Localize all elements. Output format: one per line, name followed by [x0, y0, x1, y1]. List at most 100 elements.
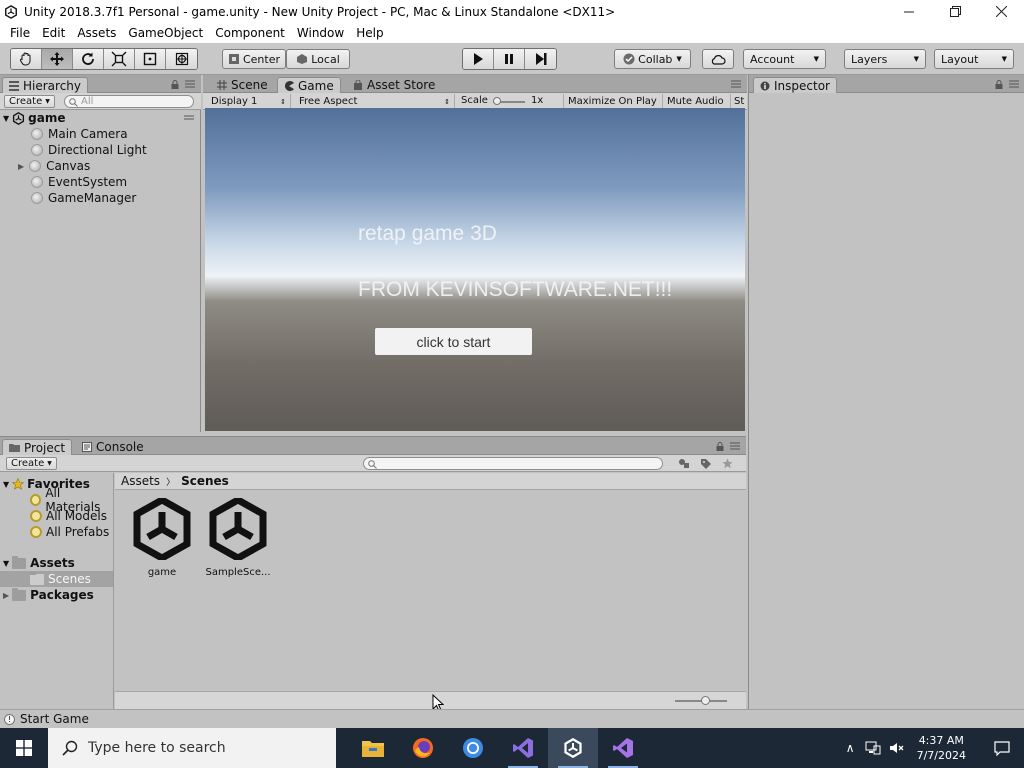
- network-icon[interactable]: [865, 741, 881, 755]
- display-dropdown[interactable]: Display 1 ⇕: [207, 94, 291, 109]
- taskbar-firefox[interactable]: [398, 728, 448, 768]
- expand-arrow-icon[interactable]: ▼: [3, 480, 9, 489]
- notifications-button[interactable]: [980, 728, 1024, 768]
- chevron-up-icon[interactable]: ∧: [846, 741, 855, 755]
- mute-audio-toggle[interactable]: Mute Audio: [662, 94, 728, 109]
- scale-slider[interactable]: [493, 97, 525, 105]
- game-viewport[interactable]: retap game 3D FROM KEVINSOFTWARE.NET!!! …: [205, 108, 745, 431]
- menu-component[interactable]: Component: [209, 26, 291, 40]
- favorite-all-models[interactable]: All Models: [30, 508, 107, 524]
- expand-arrow-icon[interactable]: ▼: [3, 559, 9, 568]
- panel-menu-icon[interactable]: [184, 115, 194, 121]
- scale-slider-thumb[interactable]: [493, 97, 501, 105]
- tab-console[interactable]: Console: [76, 439, 150, 455]
- project-search-input[interactable]: [363, 457, 663, 470]
- project-create-label: Create: [11, 458, 45, 469]
- move-tool-button[interactable]: [42, 49, 73, 69]
- panel-menu-icon[interactable]: [1009, 80, 1019, 88]
- favorite-all-materials[interactable]: All Materials: [30, 486, 113, 514]
- project-create-button[interactable]: Create ▼: [6, 457, 57, 470]
- inspector-tabstrip: Inspector: [749, 75, 1024, 93]
- rect-tool-button[interactable]: [135, 49, 166, 69]
- minimize-button[interactable]: [886, 0, 932, 23]
- pivot-center-button[interactable]: Center: [222, 49, 286, 69]
- hierarchy-create-button[interactable]: Create ▼: [4, 95, 55, 108]
- lock-icon[interactable]: [716, 442, 724, 451]
- lock-icon[interactable]: [171, 80, 179, 89]
- star-icon: [12, 478, 25, 490]
- transform-tool-button[interactable]: [166, 49, 197, 69]
- breadcrumb-scenes[interactable]: Scenes: [181, 474, 229, 488]
- hierarchy-item-gamemanager[interactable]: GameManager: [0, 190, 200, 206]
- status-message[interactable]: Start Game: [20, 712, 89, 726]
- volume-muted-icon[interactable]: [889, 741, 905, 755]
- taskbar-unity[interactable]: [548, 728, 598, 768]
- tab-project[interactable]: Project: [2, 439, 73, 455]
- panel-menu-icon[interactable]: [731, 80, 741, 88]
- tab-inspector[interactable]: Inspector: [753, 77, 837, 93]
- taskbar-visual-studio-code[interactable]: [498, 728, 548, 768]
- start-button[interactable]: [0, 728, 48, 768]
- taskbar-search-input[interactable]: Type here to search: [48, 728, 336, 768]
- aspect-dropdown[interactable]: Free Aspect ⇕: [295, 94, 455, 109]
- panel-menu-icon[interactable]: [730, 442, 740, 450]
- tab-game[interactable]: Game: [277, 77, 341, 93]
- account-dropdown[interactable]: Account ▼: [743, 49, 826, 69]
- updown-arrow-icon: ⇕: [280, 97, 286, 106]
- close-button[interactable]: [978, 0, 1024, 23]
- collab-dropdown[interactable]: Collab ▼: [614, 49, 691, 69]
- panel-menu-icon[interactable]: [185, 80, 195, 88]
- menu-help[interactable]: Help: [350, 26, 389, 40]
- hierarchy-item-eventsystem[interactable]: EventSystem: [0, 174, 200, 190]
- click-to-start-button[interactable]: click to start: [375, 328, 532, 355]
- maximize-button[interactable]: [932, 0, 978, 23]
- hierarchy-item-canvas[interactable]: ▶ Canvas: [0, 158, 200, 174]
- menu-edit[interactable]: Edit: [36, 26, 71, 40]
- assets-folder-row[interactable]: ▼ Assets: [3, 555, 75, 571]
- layers-dropdown[interactable]: Layers ▼: [844, 49, 926, 69]
- store-bag-icon: [354, 80, 362, 90]
- favorite-all-prefabs[interactable]: All Prefabs: [30, 524, 109, 540]
- expand-arrow-icon[interactable]: ▶: [18, 162, 24, 171]
- hierarchy-item-main-camera[interactable]: Main Camera: [0, 126, 200, 142]
- menu-file[interactable]: File: [4, 26, 36, 40]
- menu-window[interactable]: Window: [291, 26, 350, 40]
- taskbar-file-explorer[interactable]: [348, 728, 398, 768]
- step-button[interactable]: [525, 49, 556, 69]
- star-icon[interactable]: [722, 458, 733, 469]
- hand-tool-button[interactable]: [11, 49, 42, 69]
- icon-size-slider-thumb[interactable]: [701, 696, 710, 705]
- lock-icon[interactable]: [995, 80, 1003, 89]
- scene-root-row[interactable]: ▼ game: [0, 110, 200, 126]
- cloud-button[interactable]: [702, 49, 734, 69]
- asset-scene-samplescene[interactable]: SampleSce...: [198, 495, 278, 578]
- hierarchy-item-directional-light[interactable]: Directional Light: [0, 142, 200, 158]
- hierarchy-search-input[interactable]: All: [64, 95, 194, 108]
- maximize-on-play-toggle[interactable]: Maximize On Play: [563, 94, 661, 109]
- tab-asset-store[interactable]: Asset Store: [347, 77, 441, 93]
- tab-scene[interactable]: Scene: [211, 77, 274, 93]
- menu-assets[interactable]: Assets: [71, 26, 122, 40]
- packages-folder-row[interactable]: ▶ Packages: [3, 587, 94, 603]
- rotate-tool-button[interactable]: [73, 49, 104, 69]
- layout-dropdown[interactable]: Layout ▼: [934, 49, 1014, 69]
- tab-hierarchy[interactable]: Hierarchy: [2, 77, 89, 93]
- stats-toggle[interactable]: St: [730, 94, 747, 109]
- search-by-type-icon[interactable]: [678, 458, 690, 469]
- icon-size-slider[interactable]: [675, 696, 727, 705]
- asset-scene-game[interactable]: game: [122, 495, 202, 578]
- taskbar-visual-studio[interactable]: [598, 728, 648, 768]
- expand-arrow-icon[interactable]: ▶: [3, 591, 9, 600]
- breadcrumb-assets[interactable]: Assets: [121, 474, 160, 488]
- cloud-icon: [711, 54, 726, 65]
- tag-icon[interactable]: [700, 458, 712, 469]
- pivot-local-button[interactable]: Local: [286, 49, 350, 69]
- expand-arrow-icon[interactable]: ▼: [3, 114, 9, 123]
- taskbar-clock[interactable]: 4:37 AM 7/7/2024: [917, 733, 966, 763]
- scenes-folder-row[interactable]: Scenes: [0, 571, 113, 587]
- menu-gameobject[interactable]: GameObject: [122, 26, 209, 40]
- taskbar-chrome[interactable]: [448, 728, 498, 768]
- play-button[interactable]: [463, 49, 494, 69]
- pause-button[interactable]: [494, 49, 525, 69]
- scale-tool-button[interactable]: [104, 49, 135, 69]
